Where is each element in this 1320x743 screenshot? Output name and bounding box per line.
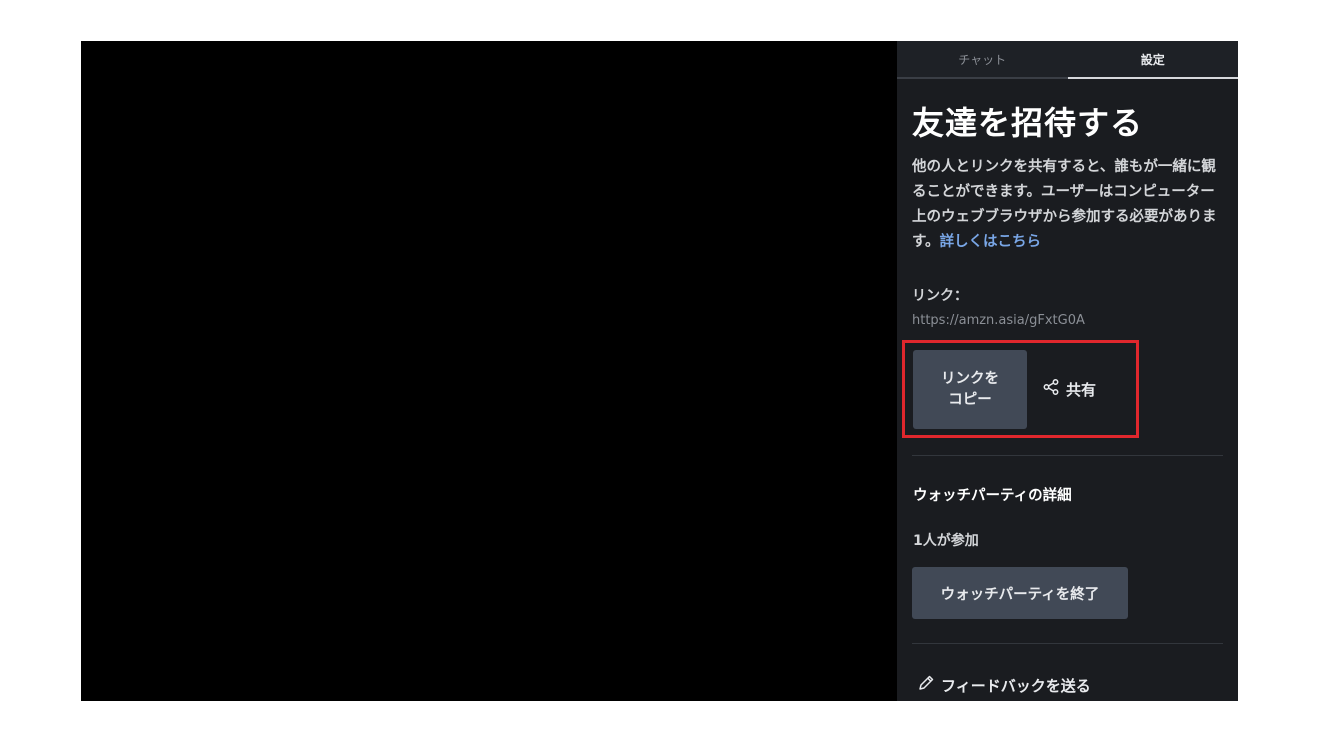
video-player[interactable] (81, 41, 897, 701)
share-label: 共有 (1066, 380, 1097, 399)
divider (912, 643, 1223, 644)
panel-tabs: チャット 設定 (897, 41, 1238, 79)
copy-link-label-line1: リンクを (941, 370, 999, 387)
link-label: リンク： (912, 288, 968, 304)
pencil-icon (917, 674, 935, 696)
page-title: 友達を招待する (912, 104, 1144, 142)
end-watch-party-button[interactable]: ウォッチパーティを終了 (912, 567, 1128, 619)
divider (912, 455, 1223, 456)
invite-description: 他の人とリンクを共有すると、誰もが一緒に観ることができます。ユーザーはコンピュー… (912, 155, 1224, 255)
tab-settings[interactable]: 設定 (1067, 41, 1238, 79)
invite-section: 友達を招待する 他の人とリンクを共有すると、誰もが一緒に観ることができます。ユー… (912, 79, 1224, 328)
share-button[interactable]: 共有 (1042, 378, 1096, 400)
participant-count: 1人が参加 (913, 533, 979, 549)
share-icon (1042, 378, 1060, 400)
send-feedback-button[interactable]: フィードバックを送る (917, 674, 1091, 696)
invite-link-url: https://amzn.asia/gFxtG0A (912, 313, 1085, 328)
feedback-label: フィードバックを送る (941, 676, 1091, 695)
copy-link-button[interactable]: リンクを コピー (913, 350, 1027, 429)
tab-chat[interactable]: チャット (897, 41, 1068, 79)
party-details-title: ウォッチパーティの詳細 (913, 488, 1072, 504)
learn-more-link[interactable]: 詳しくはこちら (940, 234, 1042, 250)
copy-link-label-line2: コピー (948, 391, 992, 408)
